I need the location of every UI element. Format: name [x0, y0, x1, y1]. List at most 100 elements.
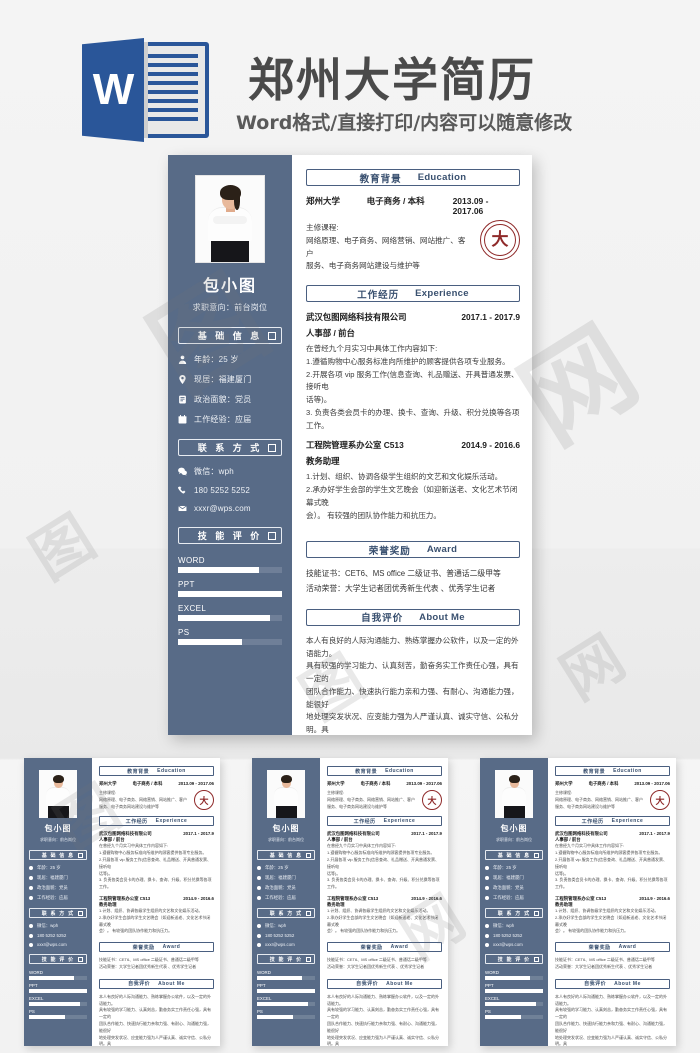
skill-item: EXCEL: [178, 604, 282, 621]
education-date: 2013.09 - 2017.06: [452, 196, 489, 216]
sidebar-section-basic-label: 基 础 信 息: [197, 331, 263, 341]
candidate-name: 包小图: [272, 824, 300, 833]
list-item: 180 5252 5252: [257, 933, 315, 938]
section-header-about: 自我评价 About Me: [327, 978, 442, 989]
list-item: 微信：wph: [178, 466, 282, 477]
thumb-section-contact: 联 系 方 式: [485, 908, 543, 918]
job-line: 2.开展各项 vip 服务工作(信息查询、礼品赠送、开具普通发票、接听电: [306, 369, 519, 392]
list-item: 180 5252 5252: [485, 933, 543, 938]
zhengzhou-university-seal-icon: 大: [194, 790, 214, 810]
list-item: 工作经验：应届: [257, 895, 315, 901]
list-item: 年龄：25 岁: [485, 865, 543, 871]
list-item: 180 5252 5252: [29, 933, 87, 938]
courses-line: 网络原理、电子商务、网络营销、网站推广、客户: [306, 235, 466, 258]
badge-icon: [29, 886, 33, 890]
thumb-sidebar: 包小图 求职意向：前台岗位 基 础 信 息 年龄：25 岁 现居：福建厦门 政治…: [24, 758, 92, 1046]
person-icon: [485, 866, 489, 870]
skill-fill: [178, 591, 282, 597]
square-icon: [306, 910, 311, 916]
job-line: 3. 负责各类会员卡的办理、换卡、查询、升级、积分兑换等各项工作。: [306, 407, 520, 430]
wechat-icon: [485, 924, 489, 928]
job-objective: 求职意向：前台岗位: [40, 837, 76, 842]
job-line: 在曾经九个月实习中具体工作内容如下:: [306, 344, 438, 353]
skill-label: WORD: [178, 556, 205, 565]
job-line: 2.承办好学生会部的学生文艺晚会（如迎新送老、文化艺术节闭幕式晚: [306, 485, 518, 507]
section-header-award: 荣誉奖励 Award: [327, 942, 442, 953]
thumb-section-skills: 技 能 评 价: [29, 954, 87, 964]
resume-preview-card[interactable]: 包小图 求职意向：前台岗位 基 础 信 息 年龄：25 岁 现居：福建厦门 政治: [168, 155, 532, 735]
location-icon: [485, 876, 489, 880]
job-line: 会）。 有较强的团队协作能力和抗压力。: [306, 510, 441, 520]
thumbnail-preview[interactable]: 包小图 求职意向：前台岗位 基 础 信 息 年龄：25 岁 现居：福建厦门 政治…: [24, 758, 220, 1046]
job-date: 2017.1 - 2017.9: [461, 312, 520, 322]
resume-content: 教育背景 Education 郑州大学 电子商务 / 本科 2013.09 - …: [292, 155, 532, 735]
thumbnail-preview[interactable]: 包小图 求职意向：前台岗位 基 础 信 息 年龄：25 岁 现居：福建厦门 政治…: [480, 758, 676, 1046]
section-title-en: Experience: [415, 288, 469, 299]
skill-fill: [178, 615, 270, 621]
section-header-experience: 工作经历 Experience: [555, 816, 670, 827]
section-title-cn: 教育背景: [359, 173, 402, 185]
watermark: 网: [548, 622, 637, 714]
thumb-content: 教育背景 Education 郑州大学 电子商务 / 本科 2013.09 - 201…: [555, 766, 670, 1046]
skill-label: EXCEL: [178, 604, 207, 613]
avatar: [267, 770, 305, 818]
list-item: 现居：福建厦门: [485, 875, 543, 881]
sidebar-section-skills: 技 能 评 价: [178, 527, 282, 544]
skill-track: [178, 567, 282, 573]
section-header-award: 荣誉奖励 Award: [555, 942, 670, 953]
list-item: 工作经验：应届: [29, 895, 87, 901]
square-icon: [268, 531, 276, 540]
banner-subtitle: Word格式/直接打印/内容可以随意修改: [236, 112, 573, 134]
badge-icon: [485, 886, 489, 890]
job-date: 2014.9 - 2016.6: [461, 440, 520, 451]
education-courses: 大 主修课程: 网络原理、电子商务、网络营销、网站推广、客户 服务、电子商务网站…: [306, 220, 520, 273]
list-item: 现居：福建厦门: [257, 875, 315, 881]
job-objective: 求职意向：前台岗位: [496, 837, 532, 842]
list-item: xxxr@wps.com: [29, 942, 87, 947]
job-description: 在曾经九个月实习中具体工作内容如下: 1.遵循购物中心服务标准向所维护的顾客提供…: [306, 343, 520, 432]
job-company: 武汉包图网络科技有限公司: [306, 312, 407, 322]
thumb-content: 教育背景 Education 郑州大学 电子商务 / 本科 2013.09 - 201…: [99, 766, 214, 1046]
section-title-en: About Me: [419, 611, 465, 623]
list-item: 政治面貌：党员: [485, 885, 543, 891]
list-item: 微信：wph: [485, 923, 543, 929]
job-line: 话等)。: [306, 395, 332, 404]
person-icon: [29, 866, 33, 870]
courses-line: 服务、电子商务网站建设与维护等: [306, 261, 420, 271]
word-document-icon: W: [82, 38, 210, 142]
job-role: 教务助理: [306, 456, 340, 467]
skill-label: EXCEL: [29, 996, 44, 1001]
skill-track: [178, 591, 282, 597]
education-major: 电子商务 / 本科: [366, 196, 425, 206]
award-line: 技能证书：CET6、MS office 二级证书、普通话二级甲等: [306, 569, 501, 579]
section-header-about: 自我评价 About Me: [555, 978, 670, 989]
wechat-icon: [257, 924, 261, 928]
list-item: 年龄：25 岁: [257, 865, 315, 871]
person-icon: [178, 355, 194, 364]
contact-info-list: 微信：wph 180 5252 5252 xxxr@wps.com: [178, 466, 282, 513]
section-header-education: 教育背景 Education: [327, 766, 442, 776]
badge-icon: [178, 395, 194, 404]
job-company: 工程院管理系办公室 C513: [306, 440, 404, 451]
basic-info-text: 工作经验：应届: [194, 415, 252, 424]
list-item: xxxr@wps.com: [485, 942, 543, 947]
calendar-icon: [178, 415, 194, 424]
thumb-content: 教育背景 Education 郑州大学 电子商务 / 本科 2013.09 - 201…: [327, 766, 442, 1046]
square-icon: [78, 910, 83, 916]
about-paragraph: 本人有良好的人际沟通能力、熟练掌握办公软件，以及一定的外语能力。 具有较强的学习…: [306, 635, 520, 735]
section-header-education: 教育背景 Education: [555, 766, 670, 776]
award-list: 技能证书：CET6、MS office 二级证书、普通话二级甲等 活动荣誉：大学…: [306, 567, 520, 597]
basic-info-text: 年龄：25 岁: [194, 355, 239, 364]
skill-item: PPT: [178, 580, 282, 597]
wechat-icon: [178, 467, 194, 476]
sidebar-section-skills-label: 技 能 评 价: [197, 531, 263, 541]
section-header-award: 荣誉奖励 Award: [99, 942, 214, 953]
section-header-experience: 工作经历 Experience: [99, 816, 214, 827]
skill-item: PS: [178, 628, 282, 645]
contact-text: xxxr@wps.com: [194, 504, 251, 513]
section-header-experience: 工作经历 Experience: [306, 285, 520, 302]
list-item: 政治面貌：党员: [29, 885, 87, 891]
sidebar-section-basic: 基 础 信 息: [178, 327, 282, 344]
thumbnail-preview[interactable]: 包小图 求职意向：前台岗位 基 础 信 息 年龄：25 岁 现居：福建厦门 政治…: [252, 758, 448, 1046]
skill-label: PPT: [29, 983, 38, 988]
